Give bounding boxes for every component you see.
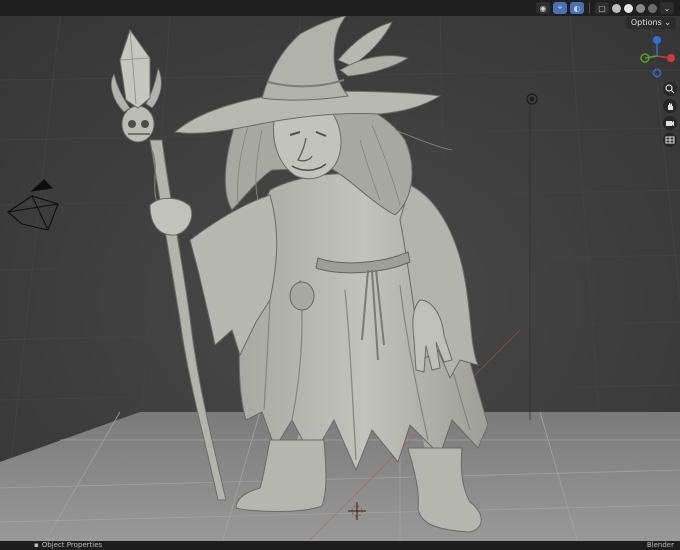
properties-icon: ▪ (34, 541, 39, 549)
material-shading-button[interactable] (636, 3, 645, 13)
shading-dropdown[interactable]: ⌄ (660, 2, 674, 14)
options-button[interactable]: Options ⌄ (625, 17, 676, 29)
magnifier-icon (665, 84, 675, 94)
viewport-header: ◉ ⌖ ◐ ▢ ⌄ (0, 0, 680, 16)
status-properties-label: Object Properties (41, 541, 103, 549)
camera-view-button[interactable] (663, 116, 677, 130)
grid-icon (665, 136, 675, 144)
pouch (289, 281, 315, 311)
viewport-scene[interactable] (0, 0, 680, 550)
status-bar: ▪ Object Properties Blender (0, 541, 680, 550)
status-left: ▪ Object Properties (34, 541, 102, 550)
visibility-dropdown[interactable]: ◉ (536, 2, 550, 14)
chevron-down-icon: ⌄ (663, 3, 671, 13)
solid-shading-button[interactable] (624, 3, 633, 13)
overlay-icon: ◐ (573, 3, 581, 13)
header-divider (589, 3, 590, 13)
hand-icon (668, 103, 673, 110)
gizmo-icon: ⌖ (557, 3, 563, 12)
overlays-toggle[interactable]: ◐ (570, 2, 584, 14)
x-axis-handle (667, 54, 675, 62)
skull (121, 105, 155, 143)
xray-toggle[interactable]: ▢ (595, 2, 609, 14)
pan-button[interactable] (663, 99, 677, 113)
wireframe-shading-button[interactable] (612, 3, 621, 13)
zoom-button[interactable] (663, 82, 677, 96)
orthographic-toggle-button[interactable] (663, 133, 677, 147)
status-app-label: Blender (646, 541, 674, 549)
navigation-gizmo[interactable] (640, 34, 676, 78)
xray-icon: ▢ (598, 3, 606, 13)
neg-z-axis-handle (652, 68, 662, 78)
3d-viewport[interactable]: ◉ ⌖ ◐ ▢ ⌄ Options ⌄ ▪ Object Properties … (0, 0, 680, 550)
eye-icon: ◉ (539, 3, 547, 13)
gizmo-toggle[interactable]: ⌖ (553, 2, 567, 14)
camera-icon (666, 121, 674, 126)
rendered-shading-button[interactable] (648, 3, 657, 13)
z-axis-handle (653, 36, 661, 44)
navigation-tools (663, 82, 677, 147)
header-tools: ◉ ⌖ ◐ ▢ ⌄ (536, 0, 680, 16)
